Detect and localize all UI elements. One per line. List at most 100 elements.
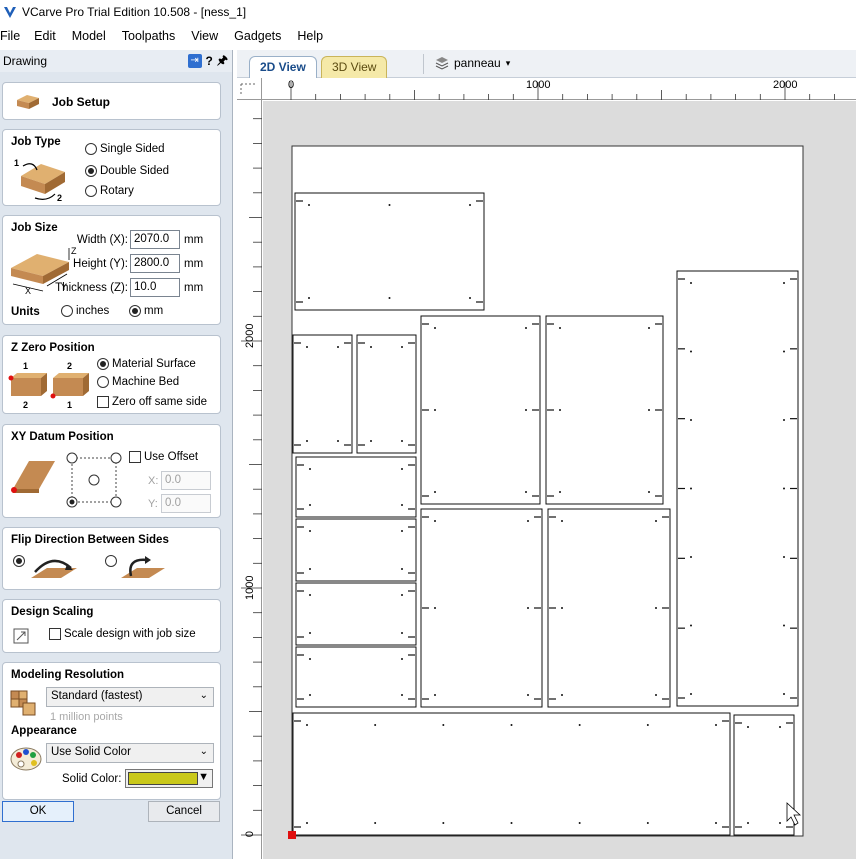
radio-double-sided[interactable]: Double Sided <box>85 165 169 177</box>
resolution-dropdown[interactable]: Standard (fastest) ⌄ <box>46 687 214 707</box>
radio-circle[interactable] <box>85 165 97 177</box>
radio-label: Rotary <box>100 185 134 197</box>
drill-point <box>559 491 561 493</box>
menu-file[interactable]: File <box>0 29 34 43</box>
solid-color-swatch[interactable] <box>128 772 198 785</box>
drill-point <box>525 327 527 329</box>
drill-point <box>306 440 308 442</box>
drill-point <box>309 468 311 470</box>
radio-units-mm[interactable]: mm <box>129 305 163 317</box>
drill-point <box>401 346 403 348</box>
radio-flip-vertical[interactable] <box>105 555 117 567</box>
offset-x-field[interactable]: 0.0 <box>161 471 211 490</box>
ruler-top-label-0: 0 <box>288 79 295 91</box>
drill-point <box>578 724 581 726</box>
zero-off-same-side-checkbox[interactable]: Zero off same side <box>97 396 207 408</box>
radio-rotary[interactable]: Rotary <box>85 185 134 197</box>
palette-icon <box>10 747 42 771</box>
job-setup-title: Job Setup <box>52 95 111 109</box>
axis-z-label: Z <box>71 246 77 256</box>
layer-selector[interactable]: panneau ▾ <box>435 56 510 70</box>
radio-flip-horizontal[interactable] <box>13 555 25 567</box>
ruler-left-label-0: 0 <box>244 830 256 838</box>
drill-point <box>374 822 377 824</box>
checkbox-box[interactable] <box>129 451 141 463</box>
pin-icon[interactable]: 🖈 <box>217 51 228 72</box>
modeling-title: Modeling Resolution <box>11 669 125 681</box>
zblock-top-2: 2 <box>67 361 72 371</box>
drill-point <box>401 568 403 570</box>
drill-point <box>308 297 310 299</box>
radio-circle[interactable] <box>97 358 109 370</box>
z-zero-diagram-icon: 1 2 2 1 <box>8 361 89 410</box>
appearance-dropdown[interactable]: Use Solid Color ⌄ <box>46 743 214 763</box>
radio-circle[interactable] <box>97 376 109 388</box>
menu-toolpaths[interactable]: Toolpaths <box>122 29 192 43</box>
drill-point <box>401 504 403 506</box>
zblock-bottom-1: 2 <box>23 400 28 410</box>
drill-point <box>648 409 650 411</box>
datum-bottom-right[interactable] <box>110 496 122 508</box>
menu-gadgets[interactable]: Gadgets <box>234 29 297 43</box>
chevron-down-icon: ⌄ <box>199 746 208 757</box>
radio-circle[interactable] <box>85 185 97 197</box>
datum-top-right[interactable] <box>110 452 122 464</box>
ok-button[interactable]: OK <box>2 801 74 822</box>
radio-label: Single Sided <box>100 143 165 155</box>
use-offset-checkbox[interactable]: Use Offset <box>129 451 198 463</box>
z-zero-section: Z Zero Position 1 2 2 1 Material Surface… <box>2 335 221 414</box>
datum-selector[interactable] <box>63 449 125 511</box>
height-unit: mm <box>184 258 204 270</box>
radio-units-inches[interactable]: inches <box>61 305 109 317</box>
drill-point <box>306 822 308 824</box>
drawing-canvas[interactable] <box>263 101 856 859</box>
menu-model[interactable]: Model <box>72 29 122 43</box>
thickness-unit: mm <box>184 282 204 294</box>
menu-view[interactable]: View <box>191 29 234 43</box>
datum-top-left[interactable] <box>66 452 78 464</box>
drill-point <box>561 694 563 696</box>
scale-icon <box>13 628 29 644</box>
tab-2d-view[interactable]: 2D View <box>249 56 317 78</box>
radio-single-sided[interactable]: Single Sided <box>85 143 165 155</box>
design-scaling-title: Design Scaling <box>11 606 94 618</box>
zblock-bottom-2: 1 <box>67 400 72 410</box>
ruler-vertical[interactable]: 2000 1000 0 <box>237 100 262 859</box>
ruler-horizontal[interactable]: 0 1000 2000 <box>262 78 856 100</box>
scale-design-checkbox[interactable]: Scale design with job size <box>49 628 196 640</box>
drill-point <box>690 419 692 421</box>
diagram-label-2: 2 <box>57 193 62 202</box>
radio-circle[interactable] <box>129 305 141 317</box>
cancel-button[interactable]: Cancel <box>148 801 220 822</box>
radio-label: Material Surface <box>112 358 196 370</box>
radio-circle[interactable] <box>85 143 97 155</box>
radio-machine-bed[interactable]: Machine Bed <box>97 376 179 388</box>
drill-point <box>401 530 403 532</box>
menu-help[interactable]: Help <box>297 29 331 43</box>
ruler-corner[interactable] <box>237 78 262 100</box>
thickness-label: Thickness (Z): <box>55 282 128 294</box>
drawing-area[interactable] <box>263 101 856 859</box>
color-dropdown-arrow-icon[interactable]: ▼ <box>198 771 209 783</box>
drill-point <box>690 282 692 284</box>
offset-y-field[interactable]: 0.0 <box>161 494 211 513</box>
datum-center[interactable] <box>88 474 100 486</box>
resolution-grid-icon <box>10 690 36 716</box>
checkbox-box[interactable] <box>49 628 61 640</box>
ruler-horizontal-ticks <box>290 82 835 100</box>
width-field[interactable]: 2070.0 <box>130 230 180 249</box>
ruler-left-label-2000: 2000 <box>244 323 256 348</box>
solid-color-picker[interactable]: ▼ <box>125 769 213 788</box>
datum-origin-marker[interactable] <box>288 831 296 839</box>
radio-material-surface[interactable]: Material Surface <box>97 358 196 370</box>
menu-edit[interactable]: Edit <box>34 29 72 43</box>
radio-circle[interactable] <box>61 305 73 317</box>
height-field[interactable]: 2800.0 <box>130 254 180 273</box>
checkbox-box[interactable] <box>97 396 109 408</box>
drill-point <box>561 520 563 522</box>
thickness-field[interactable]: 10.0 <box>130 278 180 297</box>
flip-direction-section: Flip Direction Between Sides <box>2 527 221 590</box>
help-icon[interactable]: ? <box>206 54 213 68</box>
dock-arrow-icon[interactable]: ⇥ <box>187 54 202 68</box>
tab-3d-view[interactable]: 3D View <box>321 56 388 78</box>
